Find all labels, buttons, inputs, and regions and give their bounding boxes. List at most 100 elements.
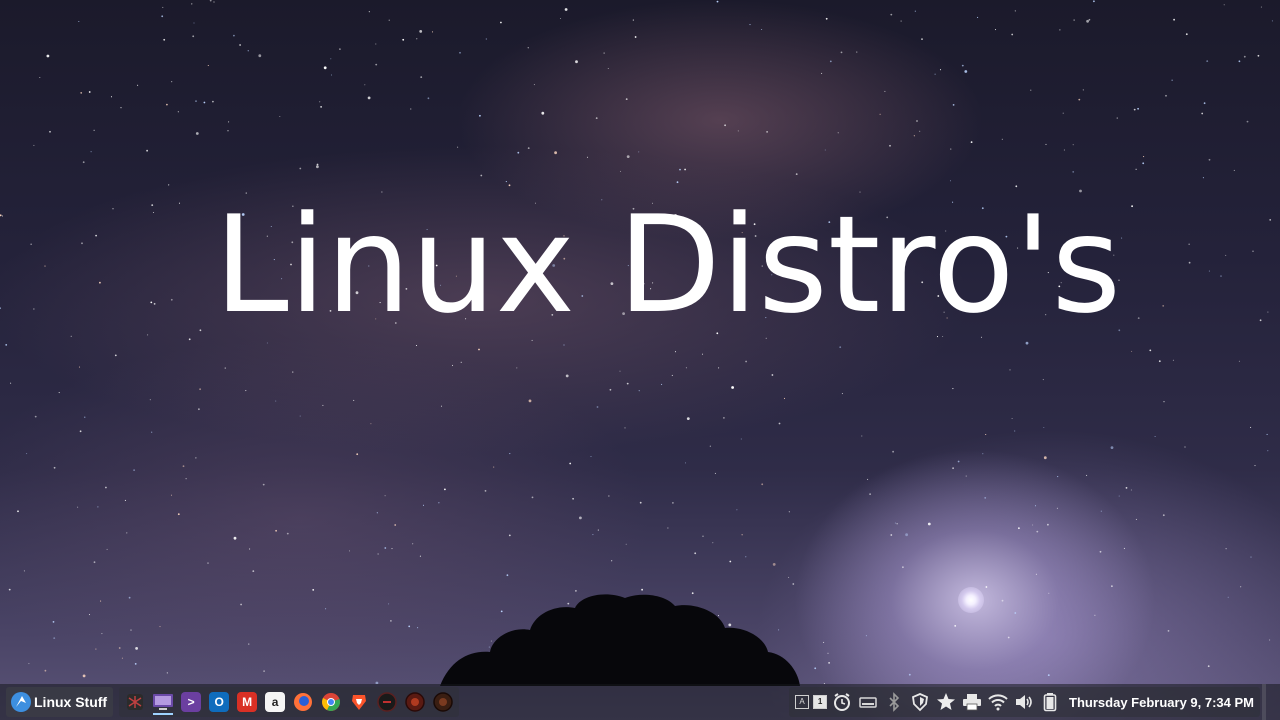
star (709, 445, 711, 447)
star (1123, 547, 1125, 549)
star (330, 58, 332, 60)
launcher-firefox[interactable] (289, 688, 317, 716)
star (1082, 89, 1084, 91)
star (824, 149, 826, 151)
star (592, 534, 594, 536)
star (199, 388, 202, 391)
shield-applet[interactable] (907, 689, 933, 715)
volume-applet[interactable] (1011, 689, 1037, 715)
star (1225, 548, 1227, 550)
star (171, 81, 173, 83)
star (390, 620, 392, 622)
star (112, 208, 114, 210)
star (247, 50, 249, 52)
star (207, 562, 209, 564)
alarm-clock-applet[interactable] (829, 689, 855, 715)
star (795, 173, 798, 176)
printer-applet[interactable] (959, 689, 985, 715)
launcher-red-orb-app[interactable] (401, 688, 429, 716)
star (286, 532, 289, 535)
launcher-brave[interactable] (345, 688, 373, 716)
favorites-applet[interactable] (933, 689, 959, 715)
star (0, 214, 2, 217)
launcher-spider-app[interactable] (121, 688, 149, 716)
star (1233, 169, 1235, 171)
star (672, 502, 674, 504)
star (410, 108, 412, 110)
star (919, 130, 921, 132)
power-applet[interactable] (1037, 689, 1063, 715)
star (149, 399, 151, 401)
network-applet[interactable] (985, 689, 1011, 715)
star (828, 662, 830, 664)
star (88, 91, 91, 93)
launcher-amazon[interactable]: a (261, 688, 289, 716)
wallpaper-title: Linux Distro's (214, 187, 1122, 343)
star (977, 16, 979, 18)
workspace-indicator[interactable]: 1 (811, 689, 829, 715)
star (982, 453, 984, 455)
star (702, 535, 704, 537)
star (1057, 476, 1059, 478)
dark-orb-app-icon (433, 692, 453, 712)
start-menu-button[interactable]: Linux Stuff (6, 687, 114, 717)
star (193, 22, 195, 24)
panel-launchers: > O M a (119, 687, 460, 717)
star (1252, 250, 1254, 252)
star (118, 647, 121, 649)
star (0, 307, 1, 310)
star (150, 301, 153, 304)
launcher-outlook[interactable]: O (205, 688, 233, 716)
launcher-gmail[interactable]: M (233, 688, 261, 716)
star (516, 367, 518, 369)
star (1250, 556, 1252, 558)
clock[interactable]: Thursday February 9, 7:34 PM (1069, 695, 1254, 710)
launcher-dark-orb-app[interactable] (429, 688, 457, 716)
star (586, 156, 589, 158)
star (723, 417, 725, 419)
star (1121, 237, 1123, 239)
launcher-dark-circle-app[interactable] (373, 688, 401, 716)
star (99, 281, 101, 284)
star (1162, 514, 1165, 517)
star (33, 308, 35, 310)
bluetooth-applet[interactable] (881, 689, 907, 715)
star (97, 506, 99, 508)
red-orb-app-icon (405, 692, 425, 712)
show-desktop-handle[interactable] (1262, 684, 1266, 720)
star (559, 17, 562, 20)
star (279, 115, 281, 118)
star (1062, 112, 1064, 114)
drive-applet[interactable] (855, 689, 881, 715)
star (985, 586, 988, 588)
launcher-terminal[interactable]: > (177, 688, 205, 716)
battery-icon (1043, 693, 1057, 712)
star (163, 38, 166, 41)
star (905, 533, 908, 537)
star (427, 97, 430, 100)
star (391, 548, 393, 550)
star (1143, 156, 1145, 158)
star (686, 417, 690, 420)
star (639, 501, 642, 504)
star (1254, 465, 1256, 467)
star (1172, 359, 1174, 361)
star (388, 603, 390, 605)
star (569, 462, 572, 465)
keyboard-layout-indicator[interactable]: A (793, 689, 811, 715)
star (1072, 144, 1074, 146)
star (624, 427, 626, 429)
star (1110, 446, 1114, 449)
star (93, 129, 95, 131)
star (1137, 107, 1139, 110)
printer-icon (963, 694, 982, 711)
launcher-chrome[interactable] (317, 688, 345, 716)
star (611, 560, 613, 562)
star (419, 30, 423, 33)
star (353, 399, 355, 401)
star (1093, 0, 1095, 3)
star (431, 31, 434, 33)
star (459, 51, 461, 54)
launcher-computer[interactable] (149, 688, 177, 716)
menu-label: Linux Stuff (34, 694, 108, 710)
